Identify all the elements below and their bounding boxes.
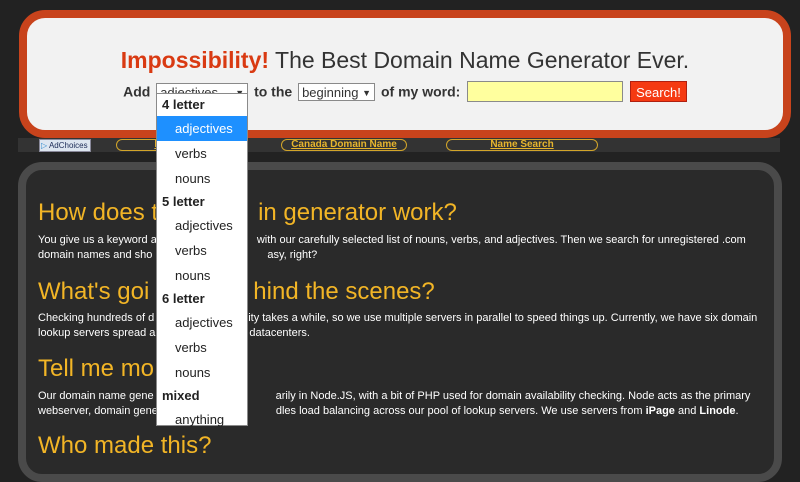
adchoices-label: AdChoices (48, 141, 88, 150)
optgroup-label: 6 letter (162, 291, 205, 306)
adchoices-icon: ▷ (41, 141, 48, 150)
of-my-word-label: of my word: (380, 83, 461, 100)
ad-link[interactable]: Name Search (446, 139, 598, 151)
dropdown-arrow-icon: ▼ (362, 87, 372, 98)
dropdown-option[interactable]: nouns (157, 263, 247, 288)
ipage-text: iPage (645, 405, 675, 417)
paragraph-fragment: You give us a keyword a (38, 234, 157, 246)
dropdown-option[interactable]: adjectives (157, 213, 247, 238)
dropdown-option[interactable]: anything (157, 407, 247, 432)
position-select-value: beginning (302, 84, 359, 100)
to-the-label: to the (254, 83, 293, 100)
adchoices-badge[interactable]: ▷ AdChoices (39, 139, 91, 152)
optgroup-label: 5 letter (162, 194, 205, 209)
dropdown-option[interactable]: adjectives (157, 116, 247, 141)
linode-text: Linode (699, 405, 736, 417)
word-type-dropdown-list[interactable]: 4 letter adjectives verbs nouns 5 letter… (156, 93, 248, 427)
paragraph-fragment: asy, right? (267, 249, 318, 261)
brand-name: Impossibility! (120, 47, 270, 73)
paragraph-fragment: ity takes a while, so we use multiple se… (248, 312, 758, 324)
section-heading-text: hind the scenes? (253, 278, 435, 305)
paragraph-fragment: datacenters. (249, 327, 310, 339)
word-input[interactable] (467, 81, 624, 102)
paragraph-fragment: with our carefully selected list of noun… (256, 234, 746, 246)
dropdown-option[interactable]: verbs (157, 141, 247, 166)
tagline: The Best Domain Name Generator Ever. (275, 47, 690, 73)
section-heading-text: What's goi (38, 278, 150, 305)
section-heading: Tell me mo (38, 355, 154, 383)
dropdown-option[interactable]: nouns (157, 360, 247, 385)
search-button[interactable]: Search! (630, 81, 687, 102)
add-label: Add (123, 83, 151, 100)
paragraph-fragment: Checking hundreds of d (38, 312, 155, 324)
section-paragraph: Checking hundreds of d ity takes a while,… (38, 311, 768, 341)
paragraph-fragment: domain names and sho (38, 249, 153, 261)
dropdown-option[interactable]: verbs (157, 238, 247, 263)
section-heading-text: How does t (38, 199, 159, 226)
dropdown-option[interactable]: adjectives (157, 310, 247, 335)
ad-link[interactable]: Canada Domain Name (281, 139, 407, 151)
section-heading-text: Who made this? (38, 432, 212, 459)
paragraph-fragment: webserver, domain gene (38, 405, 158, 417)
dropdown-option[interactable]: nouns (157, 166, 247, 191)
header-panel: Impossibility! The Best Domain Name Gene… (19, 10, 791, 138)
section-heading: Who made this? (38, 432, 211, 460)
position-select[interactable]: beginning ▼ (298, 82, 376, 101)
optgroup-label: 4 letter (162, 97, 205, 112)
optgroup-label: mixed (162, 388, 200, 403)
paragraph-fragment: arily in Node.JS, with a bit of PHP used… (275, 390, 751, 402)
page-title: Impossibility! The Best Domain Name Gene… (27, 47, 783, 74)
section-heading-text: in generator work? (258, 199, 457, 226)
generator-form: Add adjectives ▼ to the beginning ▼ of m… (27, 81, 783, 102)
paragraph-fragment: . (735, 405, 739, 417)
section-paragraph: Our domain name gene arily in Node.JS, wi… (38, 389, 768, 419)
paragraph-fragment: and (678, 405, 697, 417)
section-heading-text: Tell me mo (38, 355, 155, 382)
paragraph-fragment: dles load balancing across our pool of l… (275, 405, 643, 417)
section-paragraph: You give us a keyword a with our carefull… (38, 233, 768, 263)
dropdown-option[interactable]: verbs (157, 335, 247, 360)
ad-bar: ▷ AdChoices N Canada Domain Name Name Se… (18, 138, 780, 152)
paragraph-fragment: lookup servers spread a (38, 327, 156, 339)
paragraph-fragment: Our domain name gene (38, 390, 154, 402)
